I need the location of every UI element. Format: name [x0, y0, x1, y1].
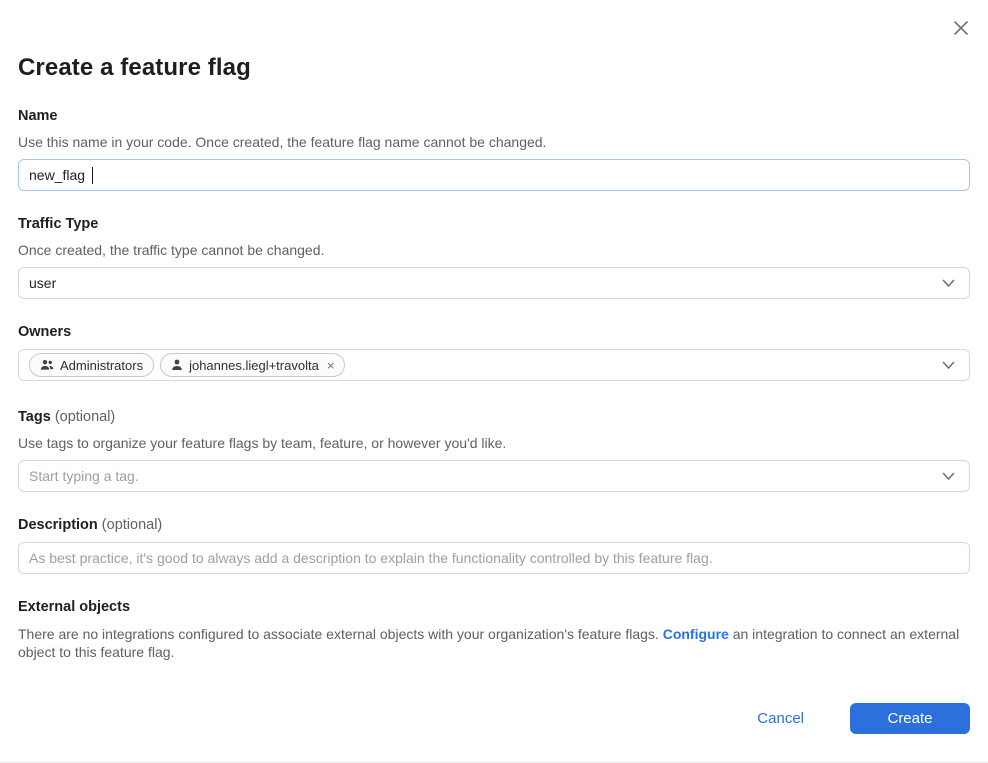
traffic-type-label: Traffic Type: [18, 216, 970, 233]
name-field-section: Name Use this name in your code. Once cr…: [18, 108, 970, 191]
tags-input[interactable]: Start typing a tag.: [18, 460, 970, 492]
description-field-section: Description (optional): [18, 517, 970, 574]
tags-description: Use tags to organize your feature flags …: [18, 435, 970, 452]
traffic-type-select[interactable]: user: [18, 267, 970, 299]
tags-optional-text: (optional): [55, 409, 115, 425]
name-description: Use this name in your code. Once created…: [18, 134, 970, 151]
name-input[interactable]: new_flag: [18, 159, 970, 191]
person-icon: [171, 359, 183, 371]
name-input-value: new_flag: [29, 167, 85, 183]
group-icon: [40, 359, 54, 371]
external-objects-text-before: There are no integrations configured to …: [18, 626, 663, 642]
tags-placeholder: Start typing a tag.: [29, 468, 139, 484]
traffic-type-field-section: Traffic Type Once created, the traffic t…: [18, 216, 970, 299]
description-label: Description (optional): [18, 517, 970, 534]
external-objects-text: There are no integrations configured to …: [18, 625, 970, 661]
tags-label: Tags (optional): [18, 409, 970, 426]
traffic-type-value: user: [29, 275, 56, 291]
owner-chip-administrators[interactable]: Administrators: [29, 353, 154, 377]
owner-chip-label: johannes.liegl+travolta: [189, 358, 319, 373]
modal-footer: Cancel Create: [18, 703, 970, 734]
configure-link[interactable]: Configure: [663, 626, 729, 642]
create-feature-flag-modal: Create a feature flag Name Use this name…: [0, 0, 988, 762]
chevron-down-icon: [942, 357, 955, 373]
chevron-down-icon: [942, 275, 955, 291]
owner-chip-user[interactable]: johannes.liegl+travolta ×: [160, 353, 345, 377]
text-caret: [92, 167, 93, 184]
description-optional-text: (optional): [102, 517, 162, 533]
tags-field-section: Tags (optional) Use tags to organize you…: [18, 409, 970, 492]
owners-label: Owners: [18, 324, 970, 341]
create-button[interactable]: Create: [850, 703, 970, 734]
external-objects-section: External objects There are no integratio…: [18, 599, 970, 661]
remove-owner-icon[interactable]: ×: [327, 359, 335, 372]
close-button[interactable]: [948, 15, 974, 41]
tags-label-text: Tags: [18, 409, 51, 425]
name-label: Name: [18, 108, 970, 125]
cancel-button[interactable]: Cancel: [757, 710, 804, 727]
chevron-down-icon: [942, 468, 955, 484]
close-icon: [950, 17, 972, 39]
page-title: Create a feature flag: [18, 0, 970, 82]
external-objects-label: External objects: [18, 599, 970, 616]
description-label-text: Description: [18, 517, 98, 533]
owners-select[interactable]: Administrators johannes.liegl+travolta ×: [18, 349, 970, 381]
traffic-type-description: Once created, the traffic type cannot be…: [18, 242, 970, 259]
owners-field-section: Owners Administrators: [18, 324, 970, 381]
owner-chip-label: Administrators: [60, 358, 143, 373]
description-input[interactable]: [18, 542, 970, 574]
